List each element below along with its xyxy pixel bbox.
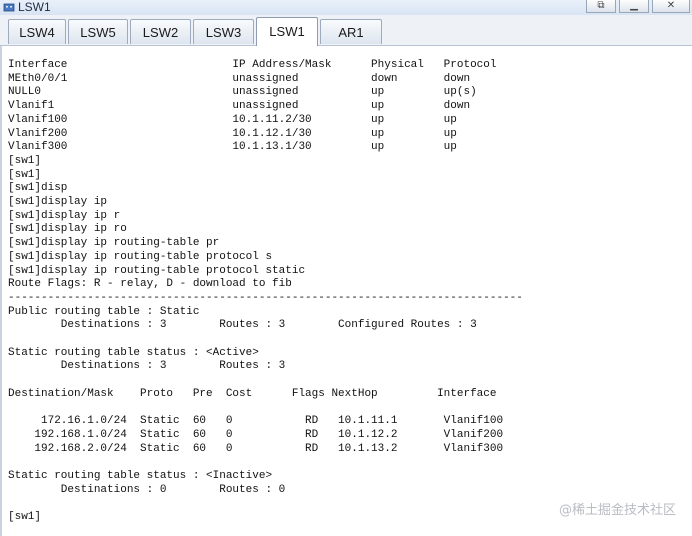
terminal-line: [sw1]display ip [8,196,108,208]
terminal-line: Static routing table status : <Inactive> [8,470,273,482]
device-tab-bar: LSW4 LSW5 LSW2 LSW3 LSW1 AR1 [0,15,692,46]
terminal-line: Public routing table : Static [8,305,200,318]
terminal-line: 192.168.2.0/24 Static 60 0 RD 10.1.13.2 … [8,442,504,455]
terminal-line: [sw1] [8,168,42,181]
app-window: LSW1 ⧉ ▁ ✕ LSW4 LSW5 LSW2 LSW3 LSW1 AR1 … [0,0,692,536]
tab-ar1[interactable]: AR1 [320,19,382,44]
terminal-line: Destination/Mask Proto Pre Cost Flags Ne… [8,387,497,400]
tab-lsw5[interactable]: LSW5 [68,19,128,44]
title-bar: LSW1 ⧉ ▁ ✕ [0,0,692,16]
terminal-line: 172.16.1.0/24 Static 60 0 RD 10.1.11.1 V… [8,415,504,428]
tab-lsw2[interactable]: LSW2 [130,19,191,44]
terminal-output[interactable]: Interface IP Address/Mask Physical Proto… [0,46,692,536]
terminal-line: [sw1]display ip ro [8,223,127,236]
restore-icon: ⧉ [597,0,605,11]
minimize-button[interactable]: ⧉ [586,0,616,13]
terminal-line: Vlanif300 10.1.13.1/30 up up [8,141,457,154]
switch-icon [3,3,15,12]
terminal-line: Vlanif200 10.1.12.1/30 up up [8,127,457,140]
terminal-line: Vlanif100 10.1.11.2/30 up up [8,113,457,126]
close-icon: ✕ [666,0,676,11]
terminal-line: [sw1] [8,154,42,167]
tab-lsw4[interactable]: LSW4 [8,19,66,44]
terminal-line: Route Flags: R - relay, D - download to … [8,278,292,291]
terminal-line: [sw1]display ip r [8,209,121,222]
terminal-line: [sw1]display ip routing-table protocol s [8,250,273,263]
terminal-line: Destinations : 3 Routes : 3 Configured R… [8,319,477,332]
terminal-separator: ----------------------------------------… [8,291,523,304]
terminal-prompt: [sw1] [8,511,42,524]
watermark: @稀土掘金技术社区 [558,503,676,518]
window-title: LSW1 [18,0,51,14]
terminal-line: MEth0/0/1 unassigned down down [8,72,471,85]
terminal-line: Static routing table status : <Active> [8,346,259,359]
terminal-line: [sw1]display ip routing-table protocol s… [8,264,306,277]
terminal-line: Destinations : 3 Routes : 3 [8,360,286,373]
maximize-button[interactable]: ▁ [619,0,649,13]
minimize-icon: ▁ [630,0,638,11]
terminal-line: [sw1]display ip routing-table pr [8,237,220,250]
tab-lsw3[interactable]: LSW3 [193,19,254,44]
terminal-line: 192.168.1.0/24 Static 60 0 RD 10.1.12.2 … [8,428,504,441]
terminal-line: Interface IP Address/Mask Physical Proto… [8,59,497,71]
window-controls: ⧉ ▁ ✕ [583,0,692,13]
terminal-line: NULL0 unassigned up up(s) [8,86,477,99]
close-button[interactable]: ✕ [652,0,690,13]
terminal-line: [sw1]disp [8,182,68,195]
tab-lsw1[interactable]: LSW1 [256,17,318,46]
terminal-line: Vlanif1 unassigned up down [8,100,471,113]
terminal-line: Destinations : 0 Routes : 0 [8,483,286,496]
